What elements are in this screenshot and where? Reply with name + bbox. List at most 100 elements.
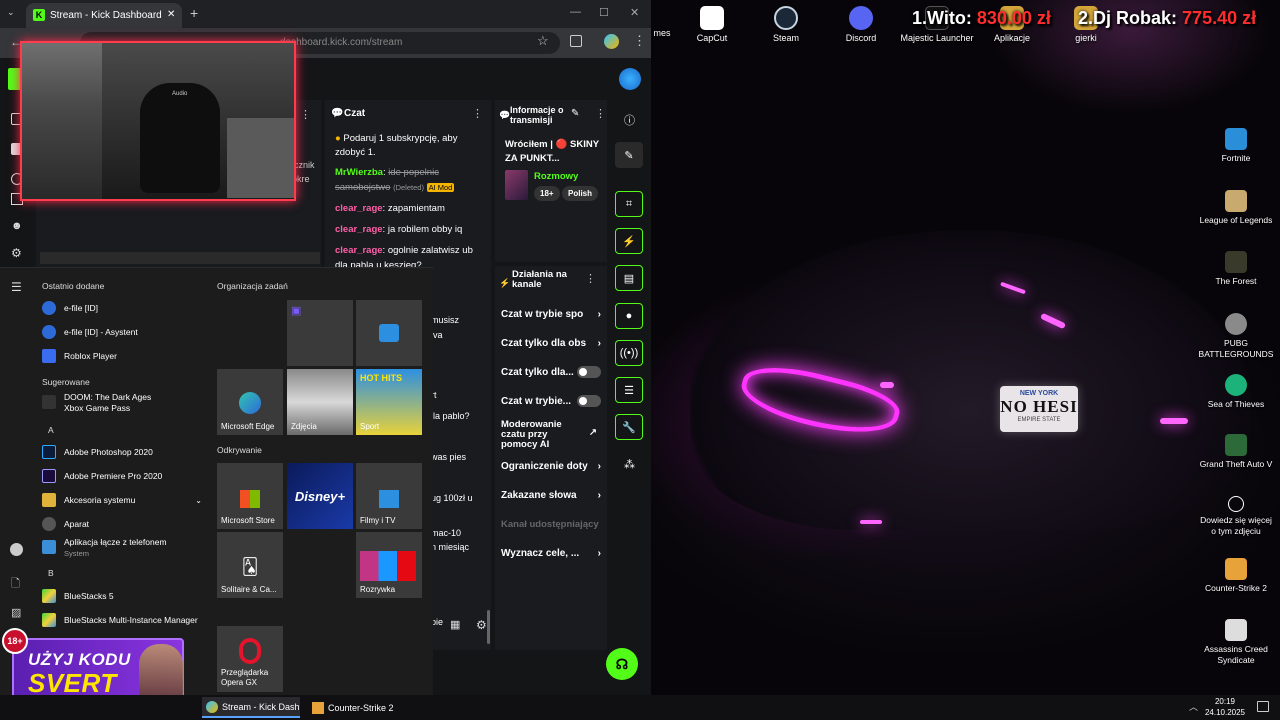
app-bluestacks-mim[interactable]: BlueStacks Multi-Instance Manager [42,609,198,631]
scan-button[interactable]: ⌗ [615,191,643,217]
tools-button[interactable]: 🔧 [615,414,643,440]
kick-favicon-icon: K [33,9,45,21]
clock[interactable]: 20:19 24.10.2025 [1200,696,1250,718]
maximize-button[interactable]: ☐ [599,6,609,19]
profile-avatar[interactable] [604,34,619,49]
lightning-button[interactable]: ⚡ [615,228,643,254]
desktop-icon-acs[interactable]: Assassins Creed Syndicate [1197,619,1275,666]
tile-outlook[interactable] [356,300,422,366]
user-avatar[interactable] [619,68,641,90]
info-menu-icon[interactable]: ⋮ [595,107,606,120]
app-phone-link[interactable]: Aplikacja łącze z telefonem System [42,537,167,561]
action-item[interactable]: Czat w trybie spo › [501,300,601,329]
action-item[interactable]: Zakazane słowa › [501,481,601,510]
sub-gift-promo[interactable]: ● Podaruj 1 subskrypcję, aby zdobyć 1. [335,132,487,160]
desktop-icon-sea-of-thieves[interactable]: Sea of Thieves [1197,374,1275,410]
action-item[interactable]: Wyznacz cele, ... › [501,539,601,568]
nav-settings-icon[interactable]: ⚙ [11,246,22,260]
action-item[interactable]: Czat w trybie... [501,387,601,416]
start-hamburger-icon[interactable]: ☰ [11,280,22,294]
desktop-icon-fortnite[interactable]: Fortnite [1197,128,1275,164]
app-efile-assistant[interactable]: e-file [ID] - Asystent [42,321,138,343]
chat-store-icon[interactable]: ▦ [450,618,460,631]
tab-list-icon[interactable]: ⌄ [7,7,15,18]
app-akcesoria[interactable]: Akcesoria systemu ⌄ [42,489,202,511]
desktop-icon-learn-more[interactable]: Dowiedz się więcej o tym zdjęciu [1197,496,1275,537]
edit-pencil-button[interactable]: ✎ [615,142,643,168]
tile-entertainment[interactable]: Rozrywka [356,532,422,598]
support-headset-button[interactable]: ☊ [606,648,638,680]
info-circle-icon[interactable]: ⓘ [624,112,635,128]
app-premiere[interactable]: Adobe Premiere Pro 2020 [42,465,162,487]
close-button[interactable]: ✕ [630,6,639,19]
edit-icon[interactable]: ✎ [571,108,579,119]
layout-button[interactable]: ☰ [615,377,643,403]
nav-users-icon[interactable]: ☻ [11,220,23,232]
minimize-button[interactable]: — [570,6,581,18]
notes-button[interactable]: ▤ [615,265,643,291]
preview-menu-icon[interactable]: ⋮ [300,108,311,121]
tab-kick-dashboard[interactable]: K Stream - Kick Dashboard ✕ [26,3,182,28]
app-efile[interactable]: e-file [ID] [42,297,98,319]
app-doom[interactable]: DOOM: The Dark Ages Xbox Game Pass [42,392,151,418]
desktop-icon-steam[interactable]: Steam [749,6,823,43]
action-item[interactable]: Czat tylko dla... [501,358,601,387]
desktop-icon-gta-v[interactable]: Grand Theft Auto V [1197,434,1275,470]
tag-18plus[interactable]: 18+ [534,186,560,201]
tile-edge[interactable]: Microsoft Edge [217,369,283,435]
tile-store[interactable]: Microsoft Store [217,463,283,529]
tag-polish[interactable]: Polish [562,186,599,201]
desktop-icon-capcut[interactable]: CapCut [675,6,749,43]
broadcast-button[interactable]: ((•)) [615,340,643,366]
app-roblox[interactable]: Roblox Player [42,345,117,367]
chat-menu-icon[interactable]: ⋮ [472,107,483,120]
chat-scrollbar[interactable] [487,610,490,644]
actions-menu-icon[interactable]: ⋮ [585,272,596,285]
chat-bubble-button[interactable]: ● [615,303,643,329]
tile-solitaire[interactable]: 🂡 Solitaire & Ca... [217,532,283,598]
chat-settings-icon[interactable]: ⚙ [476,618,487,632]
desktop-icon-the-forest[interactable]: The Forest [1197,251,1275,287]
tile-office[interactable]: ▣ [287,300,353,366]
desktop-icon-discord[interactable]: Discord [824,6,898,43]
extensions-icon[interactable] [570,35,582,47]
taskbar-item-cs2[interactable]: Counter-Strike 2 [308,697,398,718]
user-account-icon[interactable] [10,543,23,556]
notifications-icon[interactable] [1257,701,1269,712]
gta-v-icon [1225,434,1247,456]
desktop-icon-lol[interactable]: League of Legends [1197,190,1275,226]
chat-username[interactable]: clear_rage [335,224,383,235]
tab-close-icon[interactable]: ✕ [167,9,175,20]
app-aparat[interactable]: Aparat [42,513,89,535]
play-icon [379,490,399,508]
app-photoshop[interactable]: Adobe Photoshop 2020 [42,441,153,463]
apps-icon[interactable]: ⁂ [624,458,635,471]
tile-opera-gx[interactable]: Przeglądarka Opera GX [217,626,283,692]
start-menu: ☰ 🗋 ▨ Ostatnio dodane e-file [ID] e-file… [0,267,433,695]
chat-username[interactable]: MrWierzba [335,167,383,178]
toggle-switch[interactable] [577,395,601,407]
bookmark-star-icon[interactable]: ☆ [537,33,549,49]
documents-icon[interactable]: 🗋 [11,575,20,594]
browser-menu-icon[interactable]: ⋮ [633,33,646,49]
category-name[interactable]: Rozmowy [534,171,578,182]
tile-disney[interactable]: Disney+ [287,463,353,529]
tile-sport[interactable]: HOT HITS Sport [356,369,422,435]
donor-1: 1.Wito: 830.00 zł [912,8,1051,28]
tile-photos[interactable]: Zdjęcia [287,369,353,435]
actions-title: Działania na kanale [512,269,567,290]
desktop-icon-cs2[interactable]: Counter-Strike 2 [1197,558,1275,594]
tray-chevron-up-icon[interactable]: ︿ [1189,700,1198,713]
chat-username[interactable]: clear_rage [335,203,383,214]
action-item[interactable]: Moderowanie czatu przy pomocy AI ↗ [501,416,597,452]
action-item[interactable]: Ograniczenie doty › [501,452,601,481]
taskbar-item-browser[interactable]: Stream - Kick Dash... [202,697,300,718]
app-bluestacks[interactable]: BlueStacks 5 [42,585,114,607]
action-item[interactable]: Czat tylko dla obs › [501,329,601,358]
tile-movies[interactable]: Filmy i TV [356,463,422,529]
desktop-icon-pubg[interactable]: PUBG BATTLEGROUNDS [1197,313,1275,360]
new-tab-button[interactable]: + [190,5,198,21]
toggle-switch[interactable] [577,366,601,378]
pictures-icon[interactable]: ▨ [11,606,21,619]
chat-username[interactable]: clear_rage [335,245,383,256]
